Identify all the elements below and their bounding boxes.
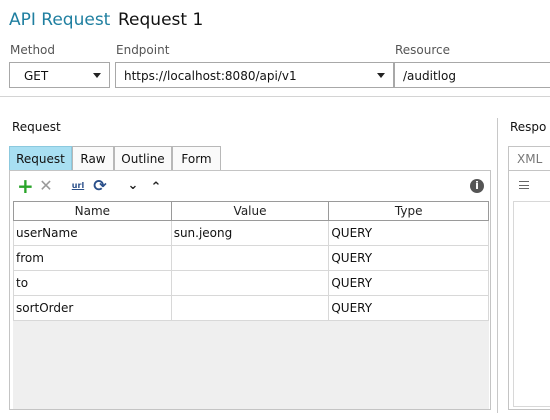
tab-label: Outline	[121, 152, 165, 166]
cell-value[interactable]	[171, 295, 330, 321]
header-divider	[0, 96, 550, 97]
column-header-type[interactable]: Type	[328, 201, 489, 221]
request-title: Request 1	[118, 10, 204, 30]
chevron-down-icon	[93, 73, 101, 78]
panel-splitter[interactable]	[497, 118, 498, 413]
delete-icon[interactable]: ✕	[38, 178, 54, 194]
tab-label: Form	[181, 152, 212, 166]
method-label: Method	[10, 43, 56, 57]
url-encode-icon[interactable]: url	[70, 178, 86, 194]
chevron-down-icon	[377, 73, 385, 78]
endpoint-select[interactable]: https://localhost:8080/api/v1	[115, 62, 394, 88]
resource-label: Resource	[395, 43, 451, 57]
cell-value[interactable]: sun.jeong	[171, 220, 330, 246]
response-body	[513, 201, 550, 407]
table-row[interactable]: userName sun.jeong QUERY	[13, 220, 489, 246]
move-up-icon[interactable]: ⌃	[148, 180, 164, 196]
method-value: GET	[24, 69, 49, 83]
format-lines-icon[interactable]	[519, 181, 529, 189]
cell-name[interactable]: sortOrder	[13, 295, 172, 321]
cell-value[interactable]	[171, 270, 330, 296]
table-row[interactable]: sortOrder QUERY	[13, 295, 489, 321]
request-section-label: Request	[12, 120, 61, 134]
info-icon[interactable]: i	[470, 179, 484, 193]
response-panel	[508, 170, 550, 410]
tab-xml[interactable]: XML	[508, 146, 550, 170]
table-empty-area	[13, 321, 489, 409]
request-panel: + ✕ url ⟳ ⌄ ⌃ i Name Value Type userName…	[9, 170, 491, 410]
response-section-label: Respo	[510, 120, 547, 134]
cell-type[interactable]: QUERY	[328, 295, 489, 321]
cell-value[interactable]	[171, 245, 330, 271]
move-down-icon[interactable]: ⌄	[125, 178, 141, 194]
resource-value: /auditlog	[403, 69, 456, 83]
tab-label: Request	[16, 152, 65, 166]
add-icon[interactable]: +	[17, 176, 34, 196]
endpoint-label: Endpoint	[116, 43, 170, 57]
cell-type[interactable]: QUERY	[328, 220, 489, 246]
column-header-value[interactable]: Value	[170, 201, 330, 221]
tab-request[interactable]: Request	[9, 146, 72, 170]
method-select[interactable]: GET	[9, 62, 110, 88]
table-row[interactable]: from QUERY	[13, 245, 489, 271]
tab-raw[interactable]: Raw	[72, 146, 114, 170]
cell-type[interactable]: QUERY	[328, 270, 489, 296]
table-row[interactable]: to QUERY	[13, 270, 489, 296]
tab-label: Raw	[80, 152, 106, 166]
title-bar: API Request Request 1	[0, 0, 550, 38]
cell-type[interactable]: QUERY	[328, 245, 489, 271]
tab-outline[interactable]: Outline	[114, 146, 172, 170]
tab-form[interactable]: Form	[172, 146, 221, 170]
endpoint-value: https://localhost:8080/api/v1	[124, 69, 297, 83]
tab-label: XML	[517, 152, 543, 166]
resource-input[interactable]: /auditlog	[394, 62, 550, 88]
cell-name[interactable]: to	[13, 270, 172, 296]
column-header-name[interactable]: Name	[13, 201, 172, 221]
cell-name[interactable]: from	[13, 245, 172, 271]
cell-name[interactable]: userName	[13, 220, 172, 246]
params-table: Name Value Type userName sun.jeong QUERY…	[13, 201, 489, 321]
app-title: API Request	[9, 10, 111, 30]
table-header: Name Value Type	[13, 201, 489, 221]
refresh-icon[interactable]: ⟳	[92, 178, 108, 194]
